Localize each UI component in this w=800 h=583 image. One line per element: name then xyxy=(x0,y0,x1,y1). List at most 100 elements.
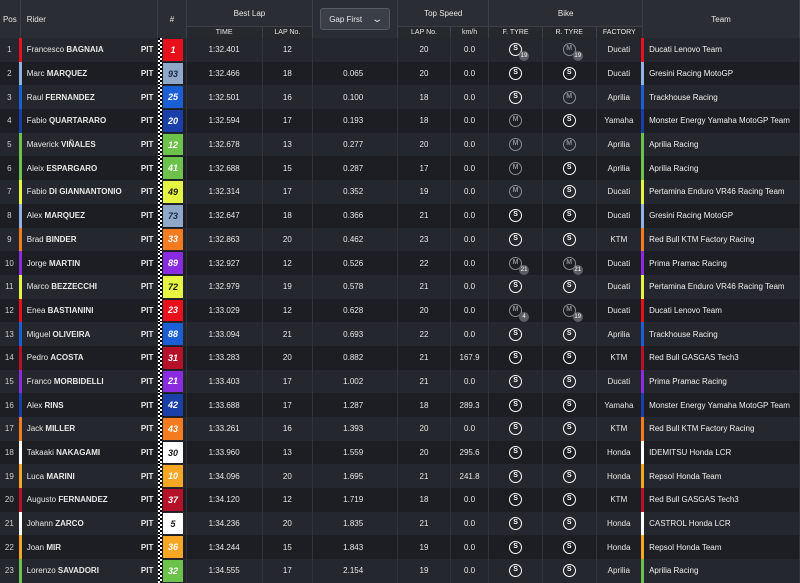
checkered-flag-icon xyxy=(158,345,163,370)
rider-name[interactable]: Marc MARQUEZ PIT xyxy=(18,61,159,86)
table-row[interactable]: 18 Takaaki NAKAGAMI PIT 30 1:33.960 13 1.559 20… xyxy=(0,440,800,465)
table-row[interactable]: 16 Alex RINS PIT 42 1:33.688 17 1.287 18 289.3 S S… xyxy=(0,393,800,417)
top-speed-lap: 18 xyxy=(397,109,451,133)
rider-name[interactable]: Fabio QUARTARARO PIT xyxy=(18,109,159,133)
front-tyre: S xyxy=(488,559,543,583)
table-row[interactable]: 5 Maverick VIÑALES PIT 12 1:32.678 13 0.277 20 0… xyxy=(0,132,800,157)
table-row[interactable]: 7 Fabio DI GIANNANTONIO PIT 49 1:32.314 17 0.3… xyxy=(0,180,800,204)
rider-name[interactable]: Marco BEZZECCHI PIT xyxy=(18,274,159,299)
pit-status: PIT xyxy=(140,163,154,173)
front-tyre-laps: 19 xyxy=(519,51,530,62)
table-row[interactable]: 22 Joan MIR PIT 36 1:34.244 15 1.843 19 0.0 S S Hon… xyxy=(0,535,800,560)
table-row[interactable]: 10 Jorge MARTIN PIT 89 1:32.927 12 0.526 22 0.0 M… xyxy=(0,251,800,275)
top-speed-lap: 22 xyxy=(397,251,451,275)
pit-status: PIT xyxy=(140,140,154,150)
front-tyre-icon: S xyxy=(509,67,523,81)
rider-first-name: Raul xyxy=(26,92,44,102)
rider-number-cell: 10 xyxy=(157,464,187,489)
best-lap-time: 1:33.261 xyxy=(186,417,263,441)
rider-name[interactable]: Franco MORBIDELLI PIT xyxy=(18,369,159,394)
rider-name[interactable]: Enea BASTIANINI PIT xyxy=(18,298,159,323)
table-row[interactable]: 17 Jack MILLER PIT 43 1:33.261 16 1.393 20 0.0 S S… xyxy=(0,417,800,441)
table-row[interactable]: 8 Alex MARQUEZ PIT 73 1:32.647 18 0.366 21 0.0 S S… xyxy=(0,203,800,228)
rider-last-name: FERNANDEZ xyxy=(58,495,108,505)
table-row[interactable]: 3 Raul FERNANDEZ PIT 25 1:32.501 16 0.100 18 0.0… xyxy=(0,85,800,110)
table-row[interactable]: 1 Francesco BAGNAIA PIT 1 1:32.401 12 20 0.0 S 19… xyxy=(0,38,800,62)
top-speed-kmh: 0.0 xyxy=(450,156,490,181)
best-lap-time: 1:33.688 xyxy=(186,393,263,417)
gap-first-dropdown[interactable]: Gap First ⌄ xyxy=(320,8,391,30)
rider-name[interactable]: Augusto FERNANDEZ PIT xyxy=(18,488,159,512)
rider-number-cell: 43 xyxy=(157,417,187,441)
rider-name[interactable]: Jack MILLER PIT xyxy=(18,417,159,441)
rider-number: 49 xyxy=(163,181,183,203)
rider-number-cell: 42 xyxy=(157,393,187,417)
table-row[interactable]: 21 Johann ZARCO PIT 5 1:34.236 20 1.835 21 0.0 S S… xyxy=(0,511,800,536)
rider-number-cell: 5 xyxy=(157,511,187,536)
rider-number-cell: 88 xyxy=(157,322,187,346)
checkered-flag-icon xyxy=(158,251,163,275)
table-body: 1 Francesco BAGNAIA PIT 1 1:32.401 12 20 0.0 S 19… xyxy=(0,38,800,583)
factory: KTM xyxy=(596,345,644,370)
rider-name[interactable]: Alex RINS PIT xyxy=(18,393,159,417)
rider-name[interactable]: Pedro ACOSTA PIT xyxy=(18,345,159,370)
rider-name[interactable]: Joan MIR PIT xyxy=(18,535,159,560)
rear-tyre: S xyxy=(542,61,597,86)
rider-name[interactable]: Miguel OLIVEIRA PIT xyxy=(18,322,159,346)
rider-number-cell: 41 xyxy=(157,156,187,181)
table-row[interactable]: 20 Augusto FERNANDEZ PIT 37 1:34.120 12 1.719 1… xyxy=(0,488,800,512)
rider-name[interactable]: Jorge MARTIN PIT xyxy=(18,251,159,275)
rider-name[interactable]: Francesco BAGNAIA PIT xyxy=(18,38,159,62)
factory: Honda xyxy=(596,535,644,560)
rear-tyre-icon: S xyxy=(562,185,576,199)
factory: Yamaha xyxy=(596,393,644,417)
rider-name[interactable]: Aleix ESPARGARO PIT xyxy=(18,156,159,181)
rider-name[interactable]: Brad BINDER PIT xyxy=(18,227,159,252)
rider-name[interactable]: Lorenzo SAVADORI PIT xyxy=(18,559,159,583)
rider-name[interactable]: Luca MARINI PIT xyxy=(18,464,159,489)
best-lap-time: 1:32.594 xyxy=(186,109,263,133)
table-row[interactable]: 6 Aleix ESPARGARO PIT 41 1:32.688 15 0.287 17 0.… xyxy=(0,156,800,181)
top-speed-kmh: 0.0 xyxy=(450,38,490,62)
table-row[interactable]: 12 Enea BASTIANINI PIT 23 1:33.029 12 0.628 20 0… xyxy=(0,298,800,323)
table-row[interactable]: 14 Pedro ACOSTA PIT 31 1:33.283 20 0.882 21 167.… xyxy=(0,345,800,370)
table-row[interactable]: 4 Fabio QUARTARARO PIT 20 1:32.594 17 0.193 18 0… xyxy=(0,109,800,133)
rider-name[interactable]: Johann ZARCO PIT xyxy=(18,511,159,536)
position: 23 xyxy=(0,559,21,583)
position: 16 xyxy=(0,393,21,417)
rider-name[interactable]: Maverick VIÑALES PIT xyxy=(18,132,159,157)
pit-status: PIT xyxy=(140,471,154,481)
rider-name[interactable]: Takaaki NAKAGAMI PIT xyxy=(18,440,159,465)
rear-tyre-icon: S xyxy=(562,398,576,412)
pit-status: PIT xyxy=(140,495,154,505)
table-row[interactable]: 13 Miguel OLIVEIRA PIT 88 1:33.094 21 0.693 22 0… xyxy=(0,322,800,346)
front-tyre: M xyxy=(488,132,543,157)
table-row[interactable]: 19 Luca MARINI PIT 10 1:34.096 20 1.695 21 241.8… xyxy=(0,464,800,489)
rider-name[interactable]: Alex MARQUEZ PIT xyxy=(18,203,159,228)
table-row[interactable]: 23 Lorenzo SAVADORI PIT 32 1:34.555 17 2.154 19… xyxy=(0,559,800,583)
rear-tyre-compound: S xyxy=(566,163,572,171)
front-tyre: S xyxy=(488,203,543,228)
gap-first: 0.693 xyxy=(312,322,399,346)
rider-number: 32 xyxy=(163,560,183,582)
header-top-speed: Top Speed xyxy=(397,0,490,27)
rear-tyre-icon: S xyxy=(562,564,576,578)
factory: Yamaha xyxy=(596,109,644,133)
gap-first: 1.843 xyxy=(312,535,399,560)
front-tyre-icon: M xyxy=(509,185,523,199)
rear-tyre-compound: S xyxy=(566,187,572,195)
header-f-tyre: F. TYRE xyxy=(488,26,543,38)
position: 10 xyxy=(0,251,21,275)
table-row[interactable]: 11 Marco BEZZECCHI PIT 72 1:32.979 19 0.578 21 0… xyxy=(0,274,800,299)
front-tyre-compound: M xyxy=(512,140,519,148)
table-row[interactable]: 15 Franco MORBIDELLI PIT 21 1:33.403 17 1.002 2… xyxy=(0,369,800,394)
rider-first-name: Alex xyxy=(26,211,43,221)
best-lap-number: 20 xyxy=(262,511,314,536)
rider-name[interactable]: Fabio DI GIANNANTONIO PIT xyxy=(18,180,159,204)
rider-first-name: Enea xyxy=(26,305,46,315)
table-row[interactable]: 9 Brad BINDER PIT 33 1:32.863 20 0.462 23 0.0 S S K… xyxy=(0,227,800,252)
rider-first-name: Jorge xyxy=(26,258,47,268)
rear-tyre: S xyxy=(542,393,597,417)
rider-name[interactable]: Raul FERNANDEZ PIT xyxy=(18,85,159,110)
table-row[interactable]: 2 Marc MARQUEZ PIT 93 1:32.466 18 0.065 20 0.0 S S… xyxy=(0,61,800,86)
